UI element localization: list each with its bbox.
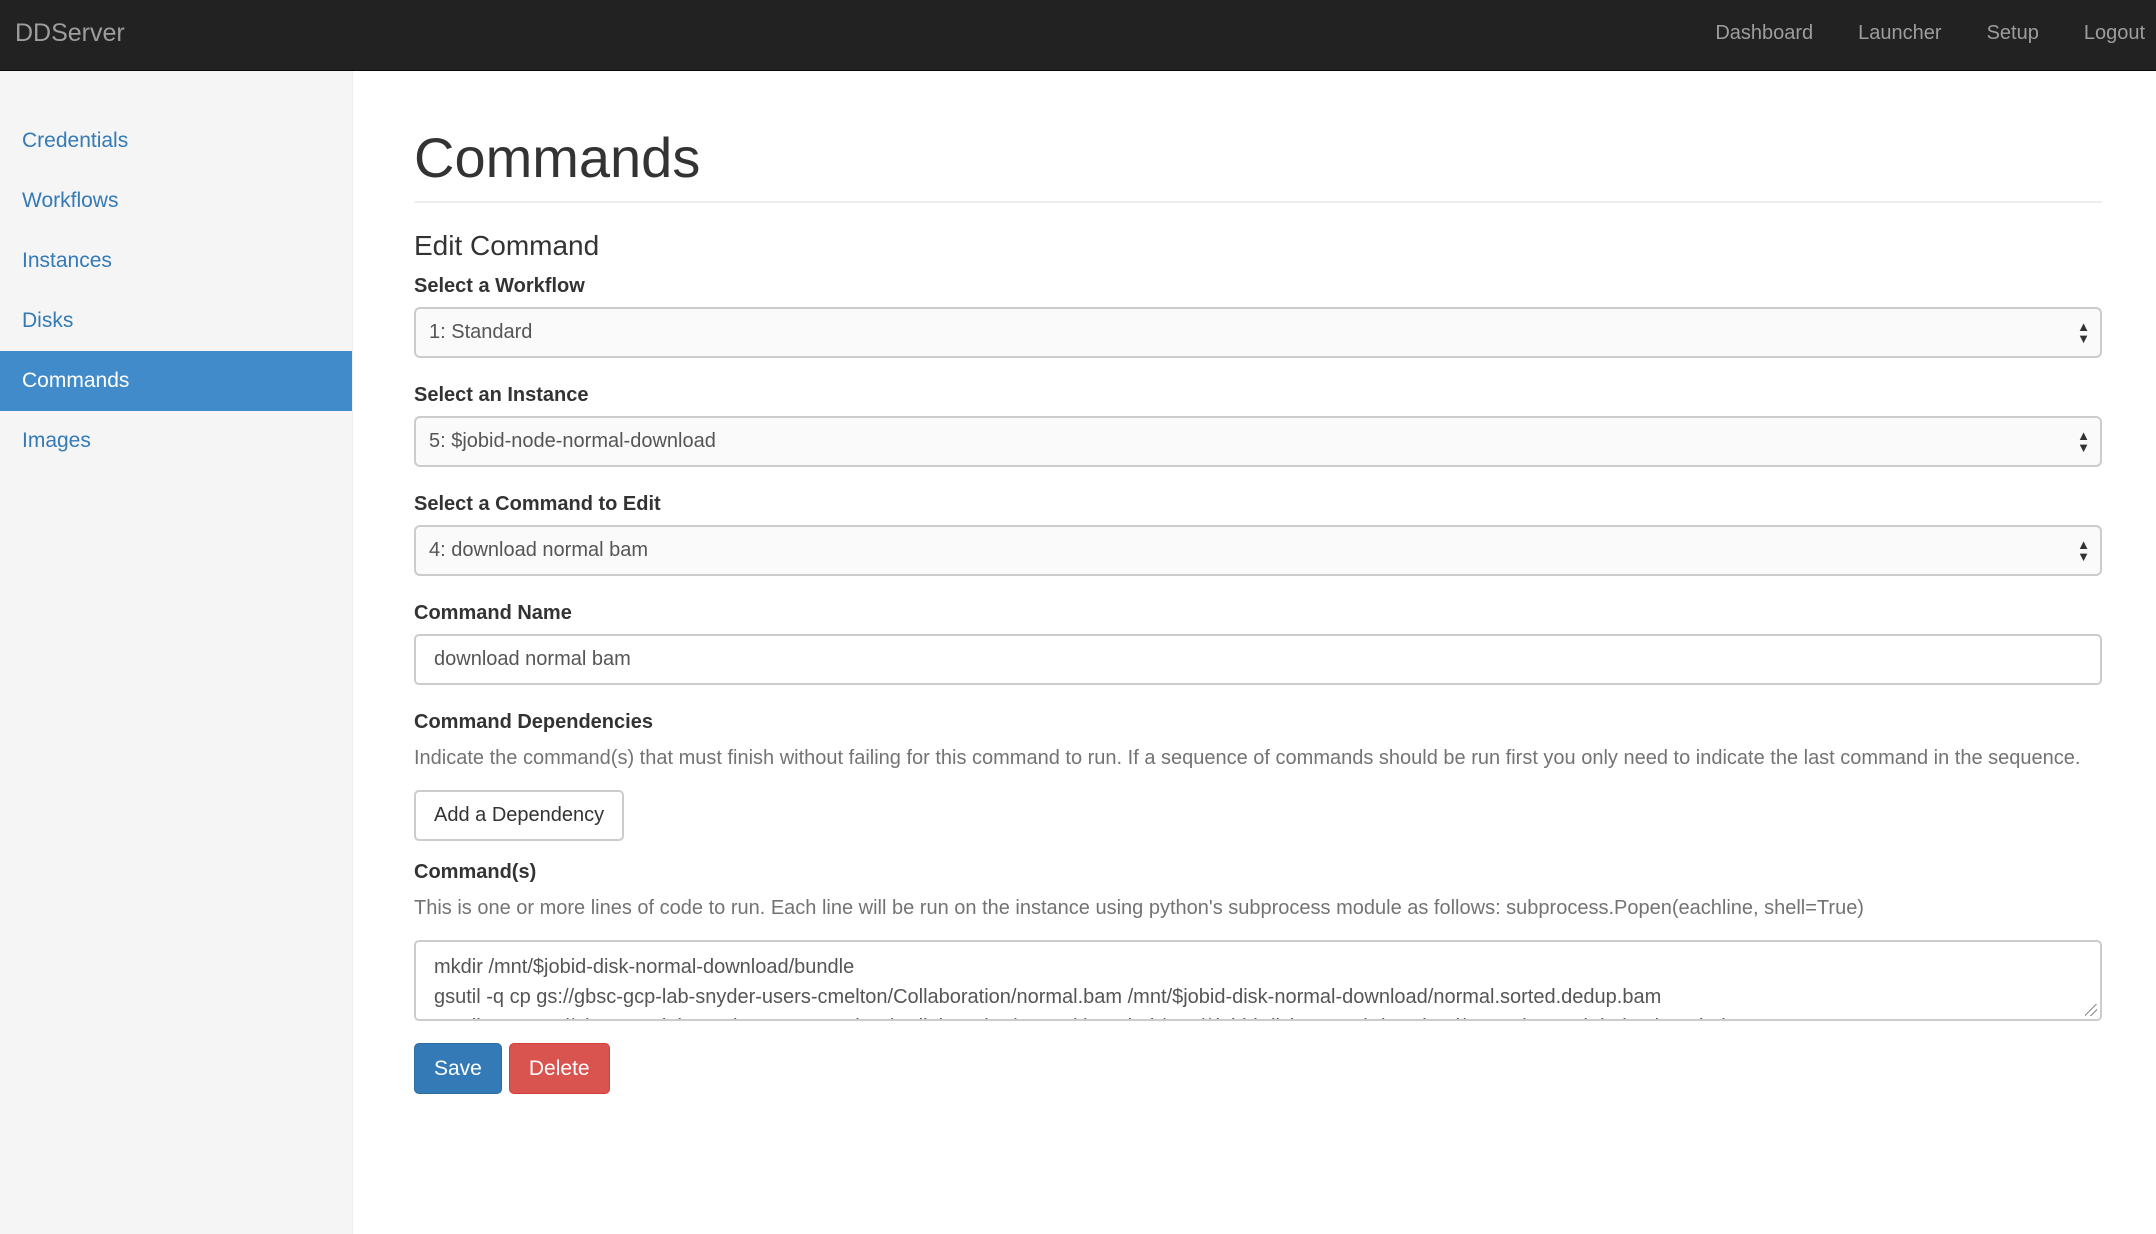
brand-link[interactable]: DDServer: [15, 0, 125, 66]
add-dependency-button[interactable]: Add a Dependency: [414, 790, 625, 842]
commands-help: This is one or more lines of code to run…: [414, 897, 1864, 920]
command-name-input[interactable]: download normal bam: [414, 634, 2102, 686]
resize-grip-icon[interactable]: [2085, 1004, 2097, 1017]
sidebar-item-images[interactable]: Images: [0, 411, 352, 471]
workflow-group: Select a Workflow 1: Standard ▲ ▼: [414, 275, 2102, 359]
nav-launcher[interactable]: Launcher: [1838, 0, 1961, 66]
delete-button[interactable]: Delete: [508, 1043, 610, 1095]
dependencies-help: Indicate the command(s) that must finish…: [414, 747, 2081, 770]
command-name-group: Command Name download normal bam: [414, 602, 2102, 686]
instance-label: Select an Instance: [414, 384, 589, 407]
command-line: gsutil -q cp gs://gbsc-gcp-lab-snyder-us…: [434, 986, 1662, 1009]
select-updown-icon: ▲ ▼: [2077, 536, 2090, 564]
nav-logout[interactable]: Logout: [2064, 0, 2156, 66]
page-title: Commands: [414, 71, 2102, 203]
command-line: mkdir /mnt/$jobid-disk-normal-download/b…: [434, 956, 855, 979]
select-updown-icon: ▲ ▼: [2077, 318, 2090, 346]
sidebar-item-workflows[interactable]: Workflows: [0, 171, 352, 231]
sidebar-item-commands[interactable]: Commands: [0, 351, 352, 411]
dependencies-group: Command Dependencies Indicate the comman…: [414, 711, 2102, 842]
top-navbar: DDServer Dashboard Launcher Setup Logout: [0, 0, 2156, 71]
command-name-label: Command Name: [414, 602, 572, 625]
nav-dashboard[interactable]: Dashboard: [1695, 0, 1833, 66]
select-updown-icon: ▲ ▼: [2077, 427, 2090, 455]
command-select[interactable]: 4: download normal bam ▲ ▼: [414, 525, 2102, 577]
save-button[interactable]: Save: [414, 1043, 502, 1095]
nav-setup[interactable]: Setup: [1967, 0, 2059, 66]
sidebar-item-credentials[interactable]: Credentials: [0, 111, 352, 171]
workflow-select[interactable]: 1: Standard ▲ ▼: [414, 307, 2102, 359]
workflow-select-value: 1: Standard: [429, 321, 533, 344]
sidebar-item-instances[interactable]: Instances: [0, 231, 352, 291]
command-select-value: 4: download normal bam: [429, 539, 649, 562]
sidebar-item-disks[interactable]: Disks: [0, 291, 352, 351]
navbar-links: Dashboard Launcher Setup Logout: [1695, 0, 2156, 66]
instance-group: Select an Instance 5: $jobid-node-normal…: [414, 384, 2102, 468]
form-actions: Save Delete: [414, 1043, 2102, 1095]
section-title: Edit Command: [414, 229, 600, 261]
main-content: Commands Edit Command Select a Workflow …: [414, 71, 2102, 1095]
command-select-group: Select a Command to Edit 4: download nor…: [414, 493, 2102, 577]
commands-textarea[interactable]: mkdir /mnt/$jobid-disk-normal-download/b…: [414, 940, 2102, 1022]
instance-select[interactable]: 5: $jobid-node-normal-download ▲ ▼: [414, 416, 2102, 468]
sidebar: Credentials Workflows Instances Disks Co…: [0, 71, 353, 1234]
command-line: gsutil -q cp gs://gbsc-gcp-lab-snyder-us…: [434, 1012, 2082, 1019]
command-select-label: Select a Command to Edit: [414, 493, 661, 516]
dependencies-label: Command Dependencies: [414, 711, 653, 734]
instance-select-value: 5: $jobid-node-normal-download: [429, 430, 716, 453]
workflow-label: Select a Workflow: [414, 275, 585, 298]
commands-label: Command(s): [414, 861, 537, 884]
commands-group: Command(s) This is one or more lines of …: [414, 861, 2102, 1022]
